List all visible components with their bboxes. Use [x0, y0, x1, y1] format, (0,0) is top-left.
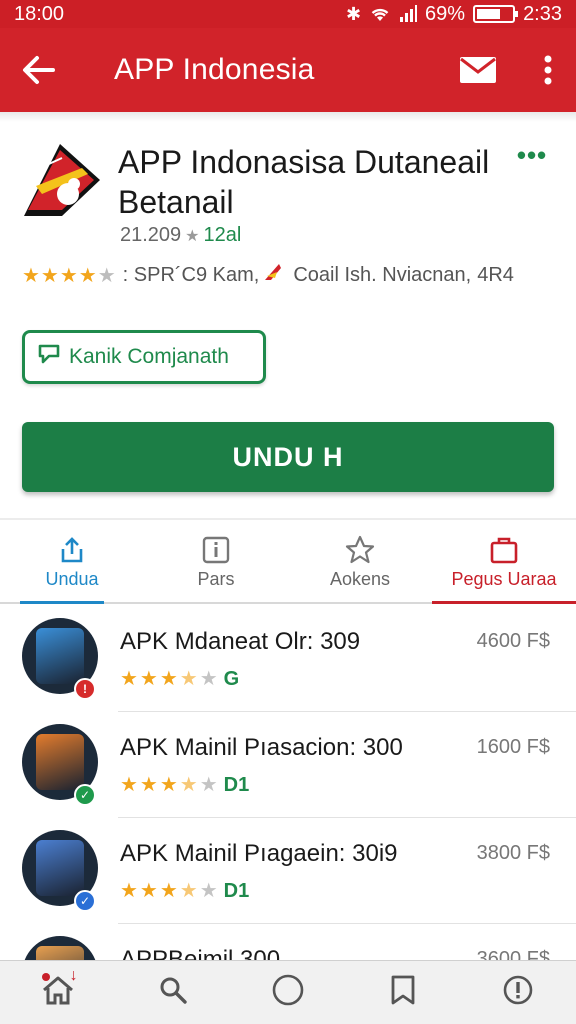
tab-label: Aokens [329, 568, 391, 589]
thumbnail-screen [36, 840, 84, 896]
bluetooth-icon: ✱ [345, 3, 362, 24]
item-title: APK Mdaneat Olr: 309 [120, 628, 361, 655]
app-bar-title: APP Indonesia [114, 53, 315, 86]
status-icons: ✱ 69% 2:33 [346, 3, 562, 26]
battery-icon [473, 5, 519, 23]
app-version: 21.209 [120, 224, 182, 246]
share-upload-icon [57, 535, 87, 565]
tab-label: Pars [197, 568, 235, 589]
flag-icon [263, 262, 283, 288]
list-item[interactable]: ✓ APK Mainil Pıasacion: 300 ★★★★★ D1 1600… [0, 712, 576, 818]
status-bar: 18:00 ✱ 69% 2:33 [0, 0, 576, 28]
app-rating-line: ★★★★★ : SPR´C9 Kam, Coail Ish. Nviacnan,… [22, 262, 562, 288]
item-rating-stars: ★★★★★ G [120, 668, 240, 690]
app-meta-badge: 12al [203, 224, 242, 246]
more-vert-icon[interactable] [538, 50, 558, 90]
secondary-action-button[interactable]: Kanik Comjanath [22, 330, 266, 384]
secondary-action-label: Kanik Comjanath [69, 345, 229, 368]
tab-pegus-uaraa[interactable]: Pegus Uaraa [432, 522, 576, 604]
item-size: 4600 F$ [476, 630, 550, 652]
thumbnail-screen [36, 734, 84, 790]
bottom-nav: ↓ [0, 960, 576, 1024]
down-arrow-icon: ↓ [69, 966, 78, 984]
mail-icon[interactable] [458, 50, 498, 90]
tab-bar: Undua Pars Aokens Pegus Uaraa [0, 522, 576, 604]
star-icon: ★ [185, 227, 200, 245]
nav-search[interactable] [143, 963, 203, 1023]
tab-undua[interactable]: Undua [0, 522, 144, 604]
status-badge: ✓ [74, 784, 96, 806]
circle-icon [271, 973, 305, 1012]
battery-level [477, 9, 501, 19]
list-item[interactable]: ! APK Mdaneat Olr: 309 ★★★★★ G 4600 F$ [0, 606, 576, 712]
app-meta: 21.209 ★ 12al [120, 224, 241, 247]
item-title: APK Mainil Pıasacion: 300 [120, 734, 403, 761]
star-outline-icon [345, 535, 375, 565]
status-time-right: 2:33 [523, 2, 562, 25]
developer-line: : SPR´C9 Kam, [122, 263, 260, 286]
app-name: APP Indonasisa Dutaneail Betanail [118, 144, 490, 220]
alert-icon [502, 974, 534, 1011]
screen: 18:00 ✱ 69% 2:33 APP Indonesia APP Indon… [0, 0, 576, 1024]
search-icon [158, 975, 188, 1010]
battery-percent: 69% [425, 2, 466, 25]
tag-outline-icon [37, 342, 61, 372]
nav-bookmark[interactable] [373, 963, 433, 1023]
tab-label: Undua [45, 568, 99, 589]
back-arrow-icon[interactable] [18, 50, 58, 90]
app-bar-shadow [0, 112, 576, 122]
developer-line-2: Coail Ish. Nviacnan, [293, 263, 472, 286]
item-tag: D1 [223, 774, 250, 796]
status-badge: ! [74, 678, 96, 700]
tab-aokens[interactable]: Aokens [288, 522, 432, 602]
signal-icon [399, 5, 418, 23]
developer-count: 4R4 [477, 263, 514, 286]
item-title: APK Mainil Pıagaein: 30i9 [120, 840, 398, 867]
info-icon [201, 535, 231, 565]
list-item[interactable]: ✓ APK Mainil Pıagaein: 30i9 ★★★★★ D1 3800… [0, 818, 576, 924]
item-tag: G [223, 668, 240, 690]
status-time-left: 18:00 [14, 2, 65, 25]
thumbnail-screen [36, 628, 84, 684]
item-size: 1600 F$ [476, 736, 550, 758]
app-bar: APP Indonesia [0, 28, 576, 112]
bookmark-icon [389, 974, 417, 1011]
tab-label: Pegus Uaraa [451, 568, 557, 589]
item-size: 3800 F$ [476, 842, 550, 864]
nav-home-circle[interactable] [258, 963, 318, 1023]
tab-pars[interactable]: Pars [144, 522, 288, 602]
item-rating-stars: ★★★★★ D1 [120, 774, 250, 796]
app-more-icon[interactable]: ••• [514, 140, 550, 170]
item-tag: D1 [223, 880, 250, 902]
app-logo-icon [22, 140, 102, 220]
notification-dot [41, 972, 50, 981]
status-badge: ✓ [74, 890, 96, 912]
nav-home[interactable]: ↓ [28, 963, 88, 1023]
wifi-icon [369, 5, 391, 23]
item-rating-stars: ★★★★★ D1 [120, 880, 250, 902]
divider [0, 518, 576, 520]
nav-alert[interactable] [488, 963, 548, 1023]
install-button[interactable]: UNDU H [22, 422, 554, 492]
bag-icon [489, 535, 519, 565]
app-rating-stars: ★★★★★ [22, 264, 117, 287]
